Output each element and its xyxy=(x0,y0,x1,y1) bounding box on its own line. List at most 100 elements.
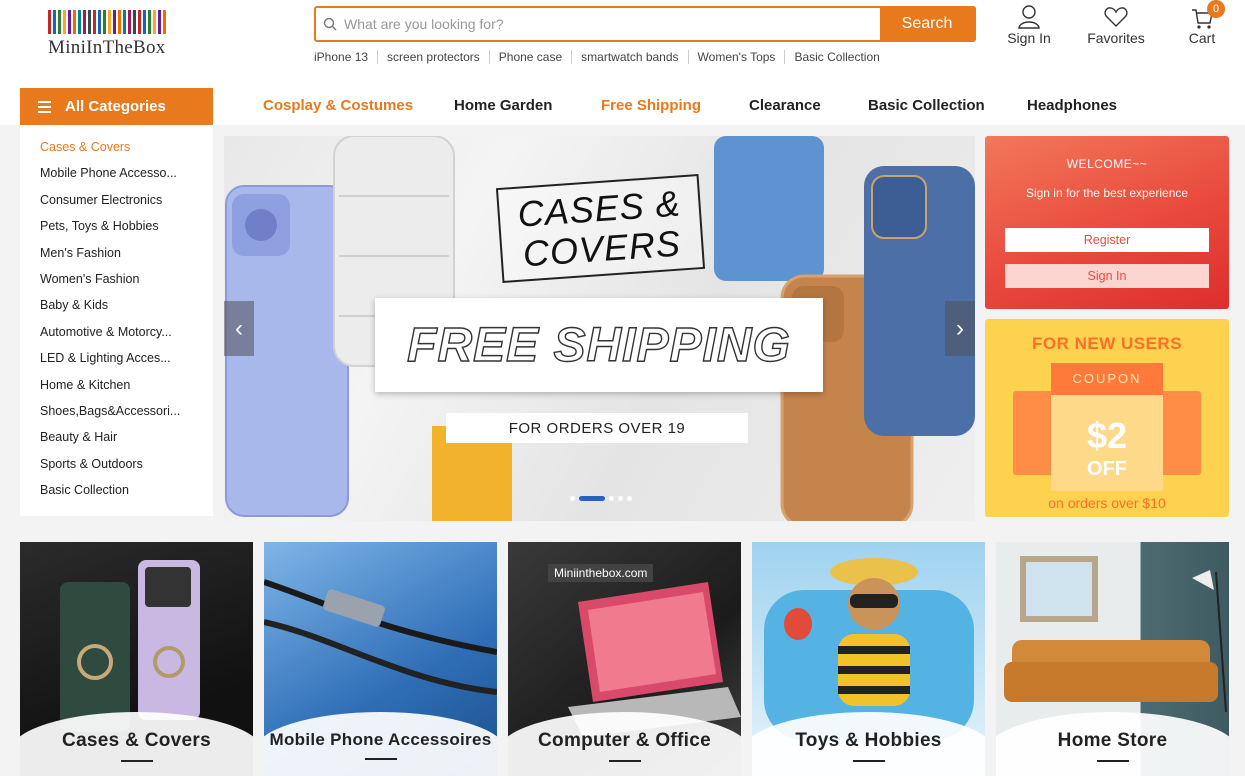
logo-bar xyxy=(73,10,76,34)
chevron-left-icon: ‹ xyxy=(235,314,243,342)
logo-bar xyxy=(63,10,66,34)
nav-link-home-garden[interactable]: Home Garden xyxy=(454,97,552,114)
category-item[interactable]: Men's Fashion xyxy=(20,246,213,272)
nav-link-free-shipping[interactable]: Free Shipping xyxy=(601,97,701,114)
hot-word-link[interactable]: smartwatch bands xyxy=(571,50,687,64)
logo-bar xyxy=(78,10,81,34)
hero-banner[interactable]: CASES & COVERS FREE SHIPPING FOR ORDERS … xyxy=(224,136,975,521)
new-user-coupon[interactable]: FOR NEW USERS COUPON $2 OFF on orders ov… xyxy=(985,319,1229,517)
category-item[interactable]: Shoes,Bags&Accessori... xyxy=(20,404,213,430)
tile-underline xyxy=(120,760,153,762)
search-input[interactable] xyxy=(344,8,880,40)
header-actions: Sign In Favorites 0 Cart xyxy=(1000,0,1230,46)
banner-dot[interactable] xyxy=(570,496,575,501)
logo-bar xyxy=(158,10,161,34)
banner-dot[interactable] xyxy=(627,496,632,501)
coupon-off: OFF xyxy=(1087,458,1127,480)
hot-word-link[interactable]: Basic Collection xyxy=(784,50,888,64)
nav-link-basic-collection[interactable]: Basic Collection xyxy=(868,97,985,114)
banner-title: CASES & COVERS xyxy=(495,174,706,283)
logo-bar xyxy=(133,10,136,34)
category-item[interactable]: Automotive & Motorcy... xyxy=(20,325,213,351)
nav-link-cosplay[interactable]: Cosplay & Costumes xyxy=(263,97,413,114)
logo-text: MiniInTheBox xyxy=(48,37,166,58)
tile-caption: Computer & Office xyxy=(508,712,741,776)
logo-bar xyxy=(68,10,71,34)
coupon-heading: FOR NEW USERS xyxy=(1031,334,1183,353)
sign-in-label: Sign In xyxy=(1007,30,1051,46)
tile-label: Toys & Hobbies xyxy=(795,730,942,751)
logo-bar xyxy=(98,10,101,34)
favorites-label: Favorites xyxy=(1087,30,1145,46)
register-button[interactable]: Register xyxy=(1005,228,1209,252)
tile-caption: Mobile Phone Accessoires xyxy=(264,712,497,776)
logo-bar xyxy=(148,10,151,34)
category-item[interactable]: LED & Lighting Acces... xyxy=(20,351,213,377)
site-logo[interactable]: MiniInTheBox xyxy=(48,10,188,58)
sign-in-link[interactable]: Sign In xyxy=(1000,4,1058,46)
tile-caption: Toys & Hobbies xyxy=(752,712,985,776)
favorites-link[interactable]: Favorites xyxy=(1066,4,1166,46)
nav-link-headphones[interactable]: Headphones xyxy=(1027,97,1117,114)
category-item[interactable]: Beauty & Hair xyxy=(20,430,213,456)
banner-dot[interactable] xyxy=(609,496,614,501)
category-item[interactable]: Pets, Toys & Hobbies xyxy=(20,219,213,245)
tile-underline xyxy=(608,760,641,762)
nav-link-clearance[interactable]: Clearance xyxy=(749,97,821,114)
heart-icon xyxy=(1104,7,1128,27)
welcome-subtitle: Sign in for the best experience xyxy=(1025,186,1189,200)
cart-label: Cart xyxy=(1188,30,1216,46)
banner-next-button[interactable]: › xyxy=(945,301,975,356)
category-tile-toys-hobbies[interactable]: Toys & Hobbies xyxy=(752,542,985,776)
hot-search-words: iPhone 13 screen protectors Phone case s… xyxy=(314,50,889,64)
category-item[interactable]: Cases & Covers xyxy=(20,140,213,166)
search-bar: Search xyxy=(314,6,976,42)
hot-word-link[interactable]: Phone case xyxy=(488,50,571,64)
logo-bar xyxy=(138,10,141,34)
logo-bar xyxy=(123,10,126,34)
tile-label: Mobile Phone Accessoires xyxy=(269,730,492,749)
logo-bar xyxy=(53,10,56,34)
hot-word-link[interactable]: Women's Tops xyxy=(687,50,785,64)
category-item[interactable]: Consumer Electronics xyxy=(20,193,213,219)
category-menu: Cases & Covers Mobile Phone Accesso... C… xyxy=(20,125,213,516)
category-tile-cases[interactable]: Cases & Covers xyxy=(20,542,253,776)
tile-label: Computer & Office xyxy=(538,730,711,751)
logo-bar xyxy=(103,10,106,34)
welcome-card: WELCOME~~ Sign in for the best experienc… xyxy=(985,136,1229,309)
banner-dot[interactable] xyxy=(618,496,623,501)
coupon-label: COUPON xyxy=(1051,363,1163,395)
search-button[interactable]: Search xyxy=(880,8,974,40)
coupon-footer: on orders over $10 xyxy=(1048,495,1166,511)
hot-word-link[interactable]: iPhone 13 xyxy=(314,50,377,64)
category-tile-home-store[interactable]: Home Store xyxy=(996,542,1229,776)
logo-bar xyxy=(113,10,116,34)
logo-bar xyxy=(88,10,91,34)
logo-bar xyxy=(48,10,51,34)
tile-caption: Home Store xyxy=(996,712,1229,776)
coupon-amount: $2 xyxy=(1086,415,1128,456)
category-item[interactable]: Sports & Outdoors xyxy=(20,457,213,483)
logo-bar xyxy=(163,10,166,34)
tile-label: Home Store xyxy=(1057,730,1168,751)
all-categories-button[interactable]: All Categories xyxy=(20,88,213,125)
category-item[interactable]: Home & Kitchen xyxy=(20,378,213,404)
category-item[interactable]: Baby & Kids xyxy=(20,298,213,324)
logo-bar xyxy=(153,10,156,34)
sign-in-button[interactable]: Sign In xyxy=(1005,264,1209,288)
category-item[interactable]: Women's Fashion xyxy=(20,272,213,298)
category-item[interactable]: Basic Collection xyxy=(20,483,213,509)
menu-icon xyxy=(38,100,51,113)
cart-link[interactable]: 0 Cart xyxy=(1174,0,1230,46)
banner-pagination xyxy=(570,496,632,501)
banner-subline: FOR ORDERS OVER 19 xyxy=(446,413,748,443)
logo-bars xyxy=(48,10,188,34)
category-item[interactable]: Mobile Phone Accesso... xyxy=(20,166,213,192)
tile-label: Cases & Covers xyxy=(62,730,211,751)
category-tile-computer-office[interactable]: Miniinthebox.com Computer & Office xyxy=(508,542,741,776)
banner-dot[interactable] xyxy=(579,496,605,501)
logo-bar xyxy=(143,10,146,34)
hot-word-link[interactable]: screen protectors xyxy=(377,50,489,64)
category-tile-mobile-accessories[interactable]: Mobile Phone Accessoires xyxy=(264,542,497,776)
banner-prev-button[interactable]: ‹ xyxy=(224,301,254,356)
